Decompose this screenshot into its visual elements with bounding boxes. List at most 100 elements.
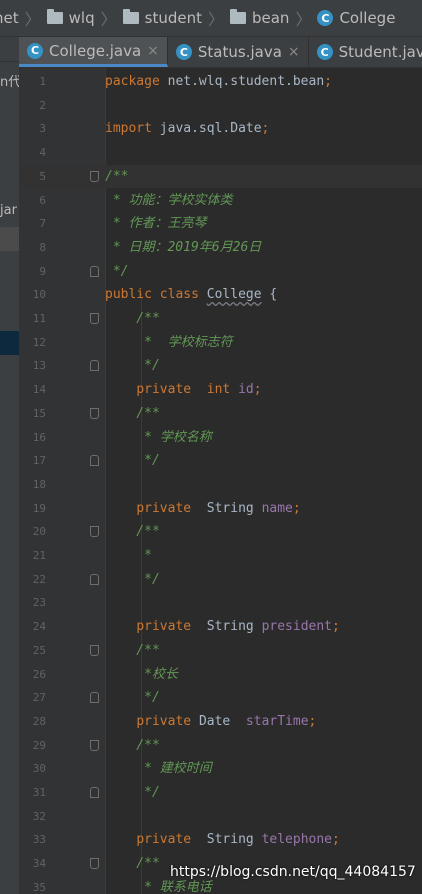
code-text[interactable]: * <box>105 544 152 568</box>
code-text[interactable]: /** <box>105 852 160 876</box>
editor-tab[interactable]: C Status.java × <box>168 37 309 67</box>
code-text[interactable]: */ <box>105 449 160 473</box>
code-line[interactable]: 30 * 建校时间 <box>19 757 422 781</box>
code-text[interactable]: */ <box>105 686 160 710</box>
fold-toggle-icon[interactable] <box>90 739 99 751</box>
code-line[interactable]: 13 */ <box>19 354 422 378</box>
code-line[interactable]: 31 */ <box>19 781 422 805</box>
code-text[interactable]: */ <box>105 781 160 805</box>
fold-toggle-icon[interactable] <box>90 526 99 538</box>
code-line[interactable]: 12 * 学校标志符 <box>19 331 422 355</box>
code-text[interactable]: /** <box>105 520 160 544</box>
code-line[interactable]: 7 * 作者：王亮琴 <box>19 212 422 236</box>
project-tree-item-fragment[interactable]: n代 <box>0 71 19 90</box>
fold-toggle-icon[interactable] <box>90 644 99 656</box>
code-line[interactable]: 28 private Date starTime; <box>19 710 422 734</box>
code-line[interactable]: 22 */ <box>19 568 422 592</box>
fold-toggle-icon[interactable] <box>90 407 99 419</box>
fold-toggle-icon[interactable] <box>90 265 99 277</box>
code-text[interactable]: private int id; <box>105 378 261 402</box>
code-line[interactable]: 2 <box>19 94 422 118</box>
code-line[interactable]: 14 private int id; <box>19 378 422 402</box>
fold-toggle-icon[interactable] <box>90 360 99 372</box>
watermark: https://blog.csdn.net/qq_44084157 <box>170 864 416 880</box>
breadcrumb-item[interactable]: net <box>0 9 19 27</box>
code-text[interactable]: * 建校时间 <box>105 757 212 781</box>
code-text[interactable]: * 功能：学校实体类 <box>105 189 233 213</box>
code-line[interactable]: 27 */ <box>19 686 422 710</box>
editor-tab[interactable]: C Student.java <box>309 37 422 67</box>
code-text[interactable]: import java.sql.Date; <box>105 117 269 141</box>
code-line[interactable]: 11 /** <box>19 307 422 331</box>
code-line[interactable]: 26 *校长 <box>19 663 422 687</box>
code-line[interactable]: 18 <box>19 473 422 497</box>
code-line[interactable]: 4 <box>19 141 422 165</box>
tab-label: Student.java <box>338 43 422 61</box>
line-number: 9 <box>39 264 46 278</box>
code-line[interactable]: 24 private String president; <box>19 615 422 639</box>
fold-toggle-icon[interactable] <box>90 455 99 467</box>
code-text[interactable]: /** <box>105 734 160 758</box>
fold-toggle-icon[interactable] <box>90 692 99 704</box>
code-text[interactable]: /** <box>105 402 160 426</box>
code-text[interactable]: private String telephone; <box>105 828 340 852</box>
fold-toggle-icon[interactable] <box>90 170 99 182</box>
code-line[interactable]: 33 private String telephone; <box>19 828 422 852</box>
code-text[interactable]: /** <box>105 307 160 331</box>
line-number: 28 <box>32 714 46 728</box>
close-tab-icon[interactable]: × <box>147 43 159 59</box>
breadcrumb-item[interactable]: 〉 student <box>95 6 202 30</box>
code-text[interactable]: private String president; <box>105 615 340 639</box>
code-text[interactable]: /** <box>105 165 128 189</box>
code-line[interactable]: 17 */ <box>19 449 422 473</box>
code-line[interactable]: 32 <box>19 805 422 829</box>
code-text[interactable]: *校长 <box>105 663 178 687</box>
code-line[interactable]: 9 */ <box>19 260 422 284</box>
code-line[interactable]: 21 * <box>19 544 422 568</box>
line-number: 35 <box>32 880 46 894</box>
project-tree-row-selected[interactable] <box>0 331 19 355</box>
code-text[interactable]: private String name; <box>105 497 300 521</box>
fold-toggle-icon[interactable] <box>90 313 99 324</box>
code-line[interactable]: 5 /** <box>19 164 422 189</box>
breadcrumb-item[interactable]: 〉 C College <box>289 6 395 30</box>
fold-toggle-icon[interactable] <box>90 573 99 585</box>
code-editor[interactable]: 1 package net.wlq.student.bean; 2 3 import j… <box>19 68 422 894</box>
code-line[interactable]: 6 * 功能：学校实体类 <box>19 189 422 213</box>
code-line[interactable]: 3 import java.sql.Date; <box>19 117 422 141</box>
line-number: 18 <box>32 477 46 491</box>
code-line[interactable]: 10 public class College { <box>19 283 422 307</box>
code-text[interactable]: public class College { <box>105 283 277 307</box>
project-tree-item-fragment[interactable]: jar <box>0 203 17 218</box>
code-text[interactable]: */ <box>105 260 129 284</box>
breadcrumb-item[interactable]: 〉 wlq <box>19 6 95 30</box>
project-panel[interactable]: n代 jar <box>0 37 20 894</box>
code-text[interactable]: * 日期：2019年6月26日 <box>105 236 261 260</box>
code-line[interactable]: 16 * 学校名称 <box>19 426 422 450</box>
code-text[interactable]: package net.wlq.student.bean; <box>105 70 332 94</box>
close-tab-icon[interactable]: × <box>288 44 300 60</box>
code-line[interactable]: 8 * 日期：2019年6月26日 <box>19 236 422 260</box>
fold-toggle-icon[interactable] <box>90 787 99 798</box>
editor-tab-bar: C College.java × C Status.java × C Student.java <box>19 37 422 68</box>
fold-toggle-icon[interactable] <box>90 858 99 870</box>
breadcrumb-item[interactable]: 〉 bean <box>202 6 289 30</box>
code-line[interactable]: 15 /** <box>19 402 422 426</box>
project-tree-row-hover[interactable] <box>0 227 19 251</box>
code-line[interactable]: 19 private String name; <box>19 497 422 521</box>
code-line[interactable]: 20 /** <box>19 520 422 544</box>
code-line[interactable]: 25 /** <box>19 639 422 663</box>
editor-tab[interactable]: C College.java × <box>19 37 168 67</box>
code-text[interactable]: */ <box>105 354 160 378</box>
code-line[interactable]: 1 package net.wlq.student.bean; <box>19 70 422 94</box>
line-number: 21 <box>32 549 46 562</box>
code-text[interactable]: * 学校标志符 <box>105 331 233 355</box>
code-text[interactable]: * 作者：王亮琴 <box>105 212 207 236</box>
line-number: 34 <box>32 857 46 871</box>
code-text[interactable]: /** <box>105 639 160 663</box>
code-line[interactable]: 23 <box>19 591 422 615</box>
code-text[interactable]: private Date starTime; <box>105 710 316 734</box>
code-line[interactable]: 29 /** <box>19 734 422 758</box>
code-text[interactable]: * 学校名称 <box>105 426 212 450</box>
code-text[interactable]: */ <box>105 568 160 592</box>
